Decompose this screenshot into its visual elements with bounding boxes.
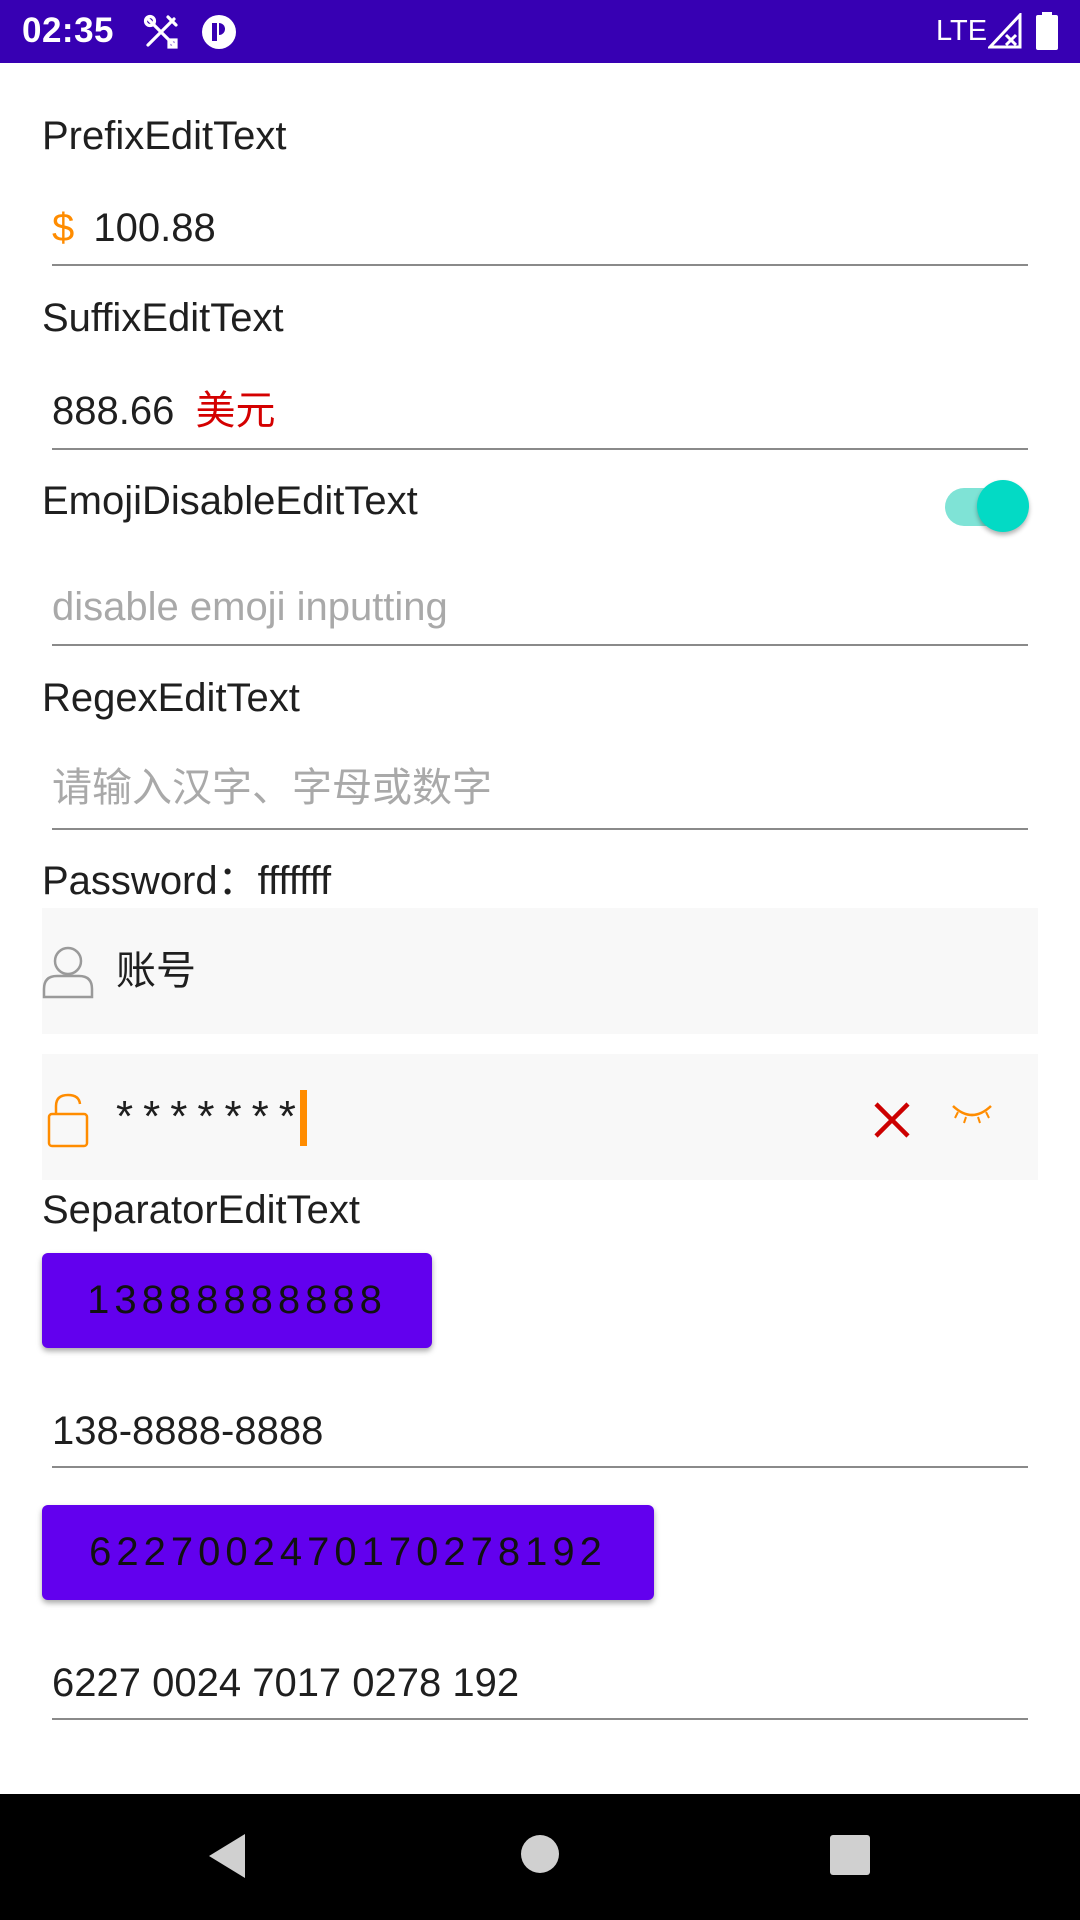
suffix-input-value: 888.66 (52, 389, 175, 433)
phone-number-button[interactable]: 13888888888 (42, 1253, 432, 1348)
text-cursor (300, 1090, 307, 1146)
phone-formatted-value: 138-8888-8888 (52, 1409, 324, 1453)
clear-icon[interactable] (872, 1100, 912, 1140)
toggle-thumb (977, 480, 1029, 532)
emoji-disable-label: EmojiDisableEditText (42, 479, 418, 523)
account-input[interactable]: 账号 (42, 908, 1038, 1034)
regex-input-placeholder: 请输入汉字、字母或数字 (52, 766, 492, 810)
network-type: LTE (936, 15, 988, 47)
suffix-input[interactable]: 888.66 美元 (52, 378, 1028, 450)
password-input[interactable]: ******* (42, 1054, 1038, 1180)
regex-input[interactable]: 请输入汉字、字母或数字 (52, 754, 1028, 830)
suffix-edittext-label: SuffixEditText (42, 296, 284, 340)
regex-edittext-label: RegexEditText (42, 676, 300, 720)
battery-icon (1036, 12, 1058, 50)
currency-suffix: 美元 (195, 389, 276, 433)
tools-icon (143, 14, 178, 49)
notification-icon (202, 15, 236, 49)
currency-prefix: $ (52, 206, 75, 250)
recents-icon[interactable] (830, 1835, 870, 1875)
account-input-value: 账号 (116, 949, 196, 993)
prefix-input-value: 100.88 (93, 206, 216, 250)
phone-separator-input[interactable]: 138-8888-8888 (52, 1398, 1028, 1468)
prefix-edittext-label: PrefixEditText (42, 114, 287, 158)
back-icon[interactable] (205, 1831, 249, 1881)
emoji-disable-input[interactable]: disable emoji inputting (52, 572, 1028, 646)
card-number-button[interactable]: 6227002470170278192 (42, 1505, 654, 1600)
status-bar: 02:35 LTE (0, 0, 1080, 63)
separator-edittext-label: SeparatorEditText (42, 1188, 360, 1232)
signal-icon (988, 13, 1022, 49)
prefix-input[interactable]: $ 100.88 (52, 196, 1028, 266)
card-separator-input[interactable]: 6227 0024 7017 0278 192 (52, 1650, 1028, 1720)
password-label: Password：fffffff (42, 859, 332, 903)
navigation-bar (0, 1794, 1080, 1920)
password-input-value: ******* (116, 1092, 306, 1141)
home-icon[interactable] (520, 1834, 560, 1874)
user-icon (42, 946, 94, 999)
lock-icon (47, 1093, 89, 1148)
emoji-input-placeholder: disable emoji inputting (52, 585, 448, 629)
eye-closed-icon[interactable] (950, 1100, 994, 1126)
card-formatted-value: 6227 0024 7017 0278 192 (52, 1661, 520, 1705)
status-time: 02:35 (22, 11, 115, 50)
